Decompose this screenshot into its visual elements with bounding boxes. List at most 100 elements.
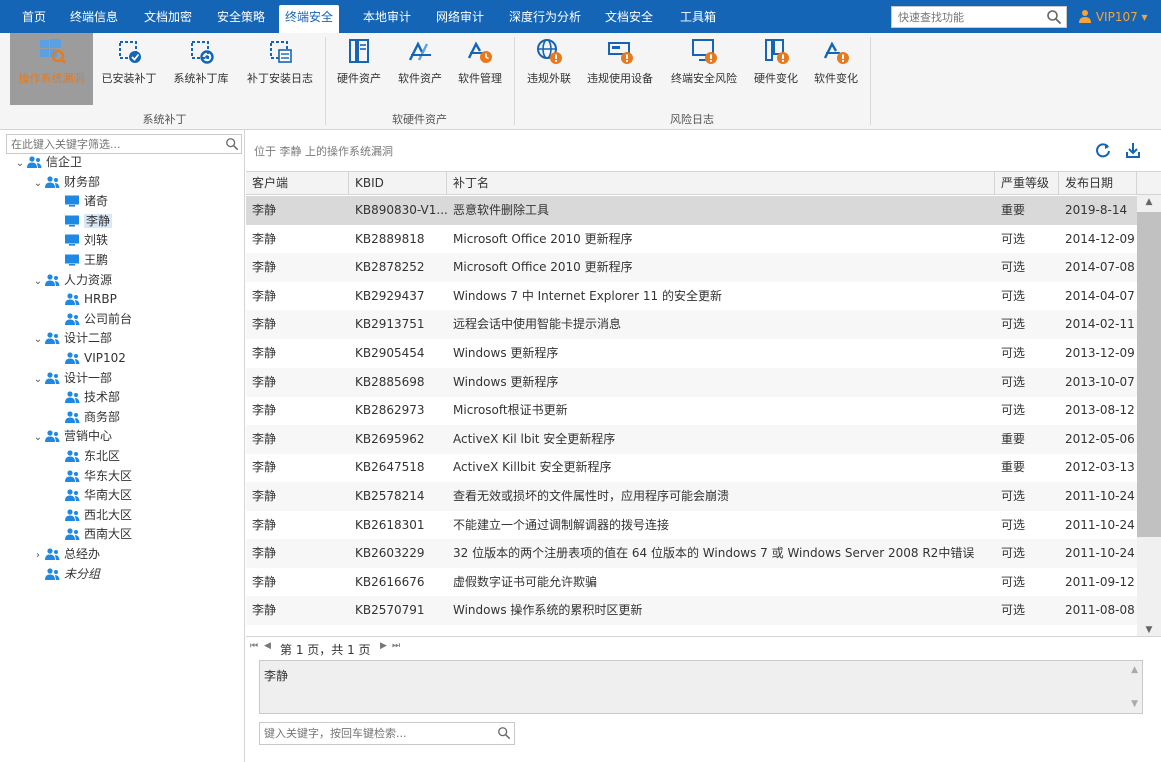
user-menu[interactable]: VIP107 ▾	[1078, 6, 1148, 28]
cell-date: 2011-08-08	[1065, 603, 1135, 618]
refresh-icon[interactable]	[1095, 142, 1111, 158]
scroll-thumb[interactable]	[1137, 212, 1161, 537]
tree-node-root[interactable]: ⌄ 信企卫	[14, 153, 82, 172]
tree-node-dept[interactable]: 西南大区	[64, 525, 132, 544]
chevron-down-icon[interactable]: ⌄	[32, 428, 44, 447]
tree-node-dept[interactable]: VIP102	[64, 349, 126, 368]
table-row[interactable]: 李静 KB2929437 Windows 7 中 Internet Explorer…	[246, 282, 1137, 311]
column-client[interactable]: 客户端	[246, 172, 349, 195]
patch-library-button[interactable]: 系统补丁库	[167, 33, 235, 105]
user-name: VIP107 ▾	[1095, 10, 1148, 24]
tree-node-dept[interactable]: 西北大区	[64, 506, 132, 525]
tab-terminal-security[interactable]: 终端安全	[279, 5, 340, 33]
tab-security-policy[interactable]: 安全策略	[211, 5, 271, 29]
search-icon[interactable]	[225, 137, 239, 151]
scroll-down-icon[interactable]: ▼	[1137, 623, 1161, 636]
chevron-down-icon[interactable]: ⌄	[32, 330, 44, 349]
tab-behavior-analysis[interactable]: 深度行为分析	[503, 5, 587, 29]
tree-node-marketing[interactable]: ⌄ 营销中心	[32, 427, 112, 446]
tree-node-gm-office[interactable]: › 总经办	[32, 545, 100, 564]
tree-node-design1[interactable]: ⌄ 设计一部	[32, 369, 112, 388]
tab-network-audit[interactable]: 网络审计	[430, 5, 490, 29]
table-row[interactable]: 李静 KB2695962 ActiveX Kil lbit 安全更新程序 重要 2012…	[246, 424, 1137, 454]
table-row[interactable]: 李静 KB2616676 虚假数字证书可能允许欺骗 可选 2011-09-12	[246, 568, 1137, 597]
tree-node-dept[interactable]: 华东大区	[64, 467, 132, 486]
next-page-icon[interactable]: ▶	[380, 641, 387, 651]
tab-doc-security[interactable]: 文档安全	[599, 5, 659, 29]
prev-page-icon[interactable]: ◀	[264, 641, 271, 651]
ribbon-separator	[514, 37, 515, 125]
tree-node-computer[interactable]: 诸奇	[64, 192, 108, 211]
hardware-change-button[interactable]: 硬件变化	[748, 33, 804, 105]
tree-filter-input[interactable]	[7, 135, 217, 153]
tree-node-dept[interactable]: HRBP	[64, 290, 117, 309]
table-row[interactable]: 李静 KB2578214 查看无效或损坏的文件属性时，应用程序可能会崩溃 可选 2011…	[246, 482, 1137, 511]
table-row[interactable]: 李静 KB2885698 Windows 更新程序 可选 2013-10-07	[246, 367, 1137, 397]
table-row[interactable]: 李静 KB2570791 Windows 操作系统的累积时区更新 可选 2011-08-…	[246, 596, 1137, 626]
software-change-button[interactable]: 软件变化	[808, 33, 864, 105]
tree-node-label: 人力资源	[64, 272, 113, 287]
quick-search-input[interactable]	[892, 7, 1042, 27]
group-icon	[65, 352, 80, 364]
tree-node-computer[interactable]: 刘轶	[64, 231, 108, 250]
last-page-icon[interactable]: ⏭	[392, 641, 400, 651]
tree-node-computer[interactable]: 王鹏	[64, 251, 108, 270]
tree-node-design2[interactable]: ⌄ 设计二部	[32, 329, 112, 348]
search-icon[interactable]	[497, 726, 511, 740]
chevron-down-icon[interactable]: ⌄	[32, 174, 44, 193]
cell-date: 2012-03-13	[1065, 460, 1135, 475]
installed-patch-button[interactable]: 已安装补丁	[95, 33, 163, 105]
illegal-device-button[interactable]: 违规使用设备	[582, 33, 658, 105]
software-management-button[interactable]: 软件管理	[452, 33, 508, 105]
tree-node-computer[interactable]: 李静	[64, 212, 113, 231]
keyword-search-input[interactable]	[260, 723, 490, 744]
terminal-risk-button[interactable]: 终端安全风险	[664, 33, 744, 105]
table-row[interactable]: 李静 KB2862973 Microsoft根证书更新 可选 2013-08-12	[246, 396, 1137, 425]
table-scrollbar[interactable]: ▲ ▼	[1137, 195, 1161, 636]
tab-local-audit[interactable]: 本地审计	[357, 5, 417, 29]
download-icon[interactable]	[1125, 142, 1141, 158]
chevron-down-icon[interactable]: ⌄	[14, 154, 26, 173]
column-patch-name[interactable]: 补丁名	[447, 172, 995, 195]
detail-box[interactable]: 李静 ▲ ▼	[259, 660, 1143, 714]
scroll-up-icon[interactable]: ▲	[1137, 195, 1161, 209]
tab-home[interactable]: 首页	[16, 5, 52, 29]
table-row[interactable]: 李静 KB2878252 Microsoft Office 2010 更新程序 可选 2…	[246, 253, 1137, 283]
tree-node-hr[interactable]: ⌄ 人力资源	[32, 271, 112, 290]
column-severity[interactable]: 严重等级	[995, 172, 1059, 195]
tab-toolbox[interactable]: 工具箱	[674, 5, 722, 29]
patch-install-log-button[interactable]: 补丁安装日志	[241, 33, 319, 105]
detail-scroll-down-icon[interactable]: ▼	[1131, 699, 1138, 709]
software-assets-button[interactable]: 软件资产	[392, 33, 448, 105]
tree-node-dept[interactable]: 华南大区	[64, 486, 132, 505]
table-row[interactable]: 李静 KB2603229 32 位版本的两个注册表项的值在 64 位版本的 Wind…	[246, 539, 1137, 569]
detail-scroll-up-icon[interactable]: ▲	[1131, 665, 1138, 675]
table-row[interactable]: 李静 KB2905454 Windows 更新程序 可选 2013-12-09	[246, 339, 1137, 368]
illegal-outreach-button[interactable]: 违规外联	[520, 33, 578, 105]
tree-node-label: 设计一部	[64, 370, 113, 385]
column-release-date[interactable]: 发布日期	[1059, 172, 1137, 195]
table-row[interactable]: 李静 KB2618301 不能建立一个通过调制解调器的拨号连接 可选 2011-10-2…	[246, 511, 1137, 540]
tree-node-finance[interactable]: ⌄ 财务部	[32, 173, 100, 192]
column-kbid[interactable]: KBID	[349, 172, 447, 195]
tab-terminal-info[interactable]: 终端信息	[64, 5, 124, 29]
table-row[interactable]: 李静 KB2889818 Microsoft Office 2010 更新程序 可选 2…	[246, 225, 1137, 254]
chevron-down-icon[interactable]: ⌄	[32, 370, 44, 389]
table-row[interactable]: 李静 KB2647518 ActiveX Killbit 安全更新程序 重要 2012-…	[246, 453, 1137, 482]
tree-node-dept[interactable]: 技术部	[64, 388, 120, 407]
chevron-down-icon[interactable]: ⌄	[32, 272, 44, 291]
table-row[interactable]: 李静 KB890830-V1... 恶意软件删除工具 重要 2019-8-14	[246, 196, 1137, 225]
cell-kbid: KB2885698	[355, 374, 425, 389]
table-row[interactable]: 李静 KB2913751 远程会话中使用智能卡提示消息 可选 2014-02-11	[246, 310, 1137, 340]
tree-node-ungrouped[interactable]: 未分组	[32, 565, 100, 584]
search-icon[interactable]	[1046, 9, 1062, 25]
hardware-assets-button[interactable]: 硬件资产	[331, 33, 387, 105]
tab-doc-encryption[interactable]: 文档加密	[138, 5, 198, 29]
tree-node-dept[interactable]: 公司前台	[64, 310, 132, 329]
cell-patch-name: Microsoft Office 2010 更新程序	[453, 260, 633, 275]
chevron-right-icon[interactable]: ›	[32, 546, 44, 565]
os-vulnerability-button[interactable]: 操作系统漏洞	[10, 33, 93, 105]
first-page-icon[interactable]: ⏮	[250, 641, 258, 651]
tree-node-dept[interactable]: 东北区	[64, 447, 120, 466]
tree-node-dept[interactable]: 商务部	[64, 408, 120, 427]
